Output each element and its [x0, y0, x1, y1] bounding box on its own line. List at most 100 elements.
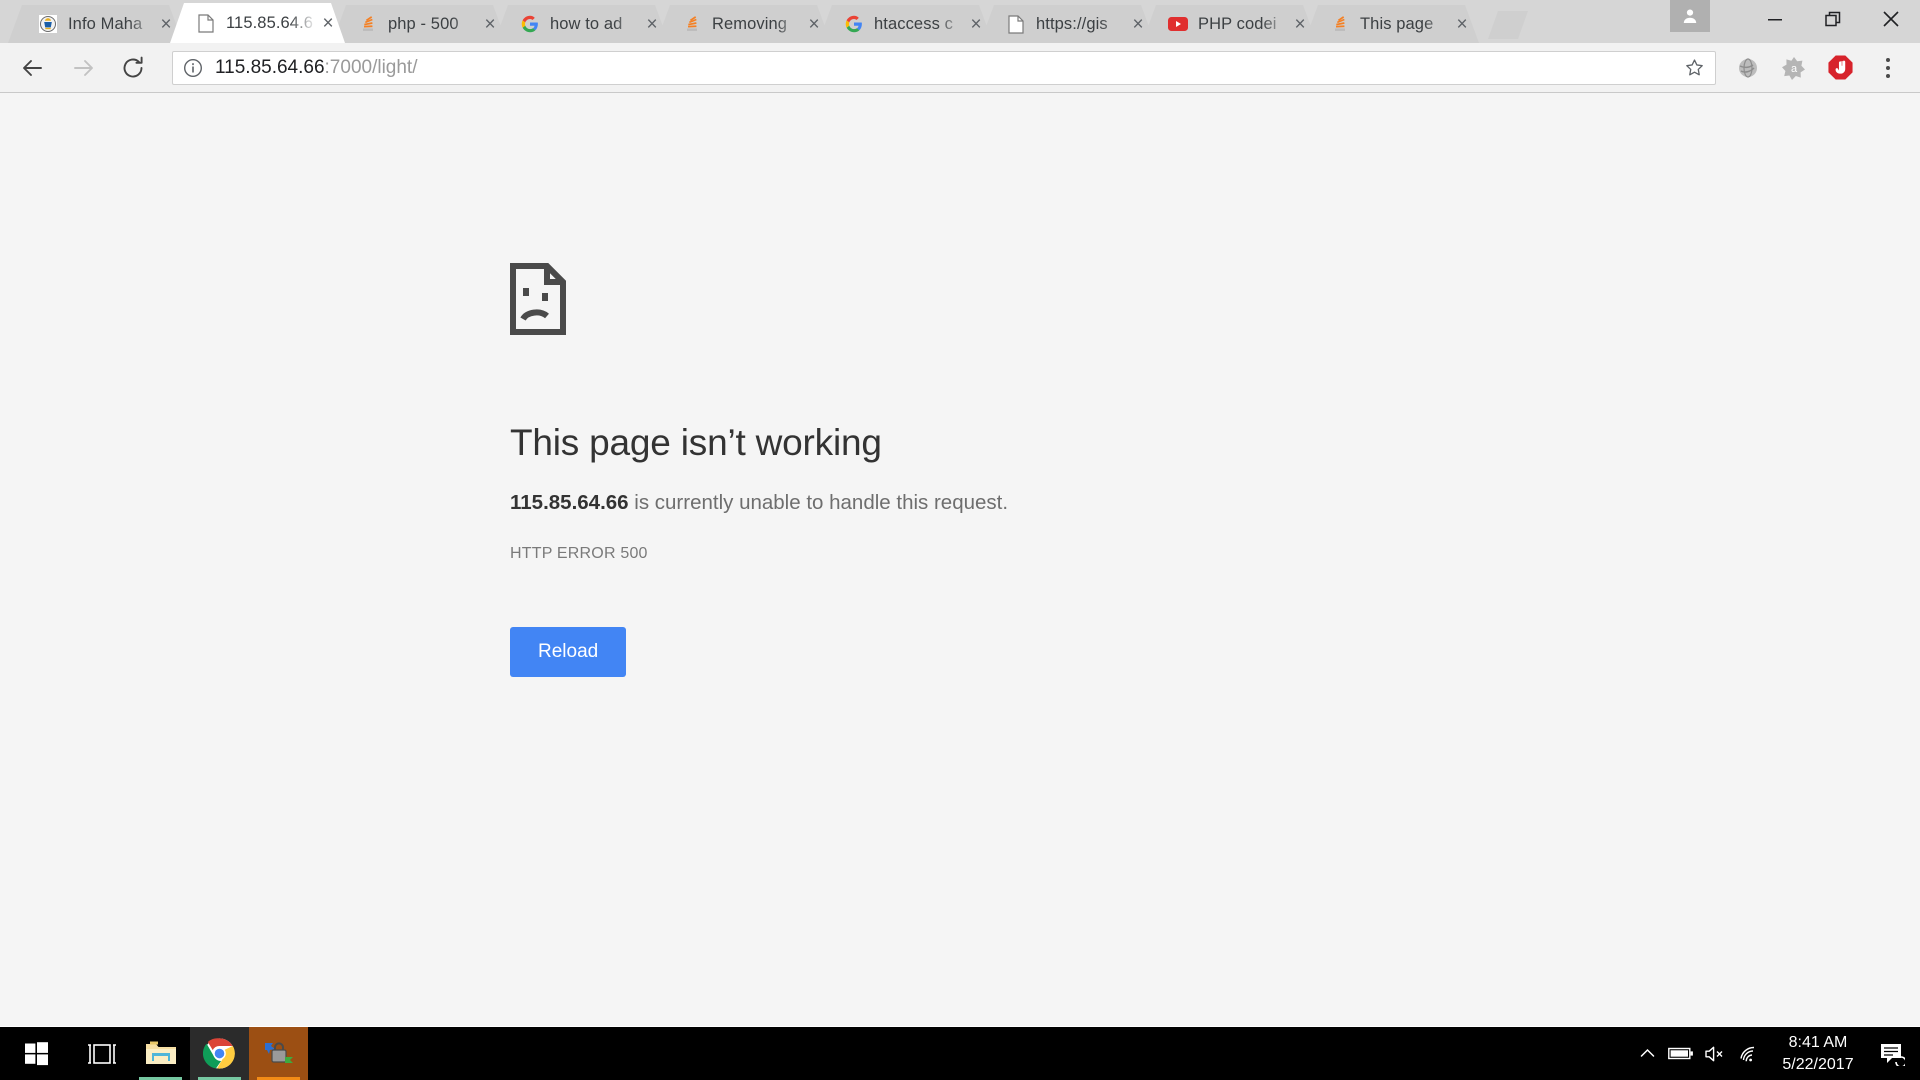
- tab-close-icon[interactable]: ×: [155, 13, 177, 35]
- browser-tab-title: how to ad: [550, 14, 623, 33]
- task-view-button[interactable]: [72, 1027, 131, 1080]
- stackoverflow-icon: [682, 14, 702, 34]
- page-icon: [196, 13, 216, 33]
- menu-dot: [1886, 73, 1890, 78]
- chevron-up-icon: [1640, 1048, 1654, 1057]
- restore-icon: [1825, 11, 1841, 27]
- sad-document-icon: [510, 263, 1310, 340]
- error-description: 115.85.64.66 is currently unable to hand…: [510, 491, 1310, 515]
- minimize-button[interactable]: [1746, 0, 1804, 38]
- youtube-icon: [1168, 14, 1188, 34]
- stackoverflow-icon: [1330, 14, 1350, 34]
- avast-extension-icon[interactable]: a: [1774, 49, 1814, 87]
- chrome-button[interactable]: [190, 1027, 249, 1080]
- browser-tab-title: Removing: [712, 14, 788, 33]
- menu-dot: [1886, 65, 1890, 70]
- error-code: HTTP ERROR 500: [510, 545, 648, 562]
- network-icon[interactable]: [1732, 1027, 1766, 1080]
- file-explorer-button[interactable]: [131, 1027, 190, 1080]
- star-icon[interactable]: [1684, 57, 1705, 78]
- google-icon: [844, 14, 864, 34]
- maximize-button[interactable]: [1804, 0, 1862, 38]
- browser-tab-title: htaccess c: [874, 14, 953, 33]
- volume-muted-icon[interactable]: [1698, 1027, 1732, 1080]
- back-button[interactable]: [14, 49, 52, 87]
- task-view-icon: [87, 1043, 116, 1064]
- app-button[interactable]: [249, 1027, 308, 1080]
- action-center-icon: [1881, 1043, 1905, 1066]
- action-center-button[interactable]: [1870, 1027, 1914, 1080]
- tab-strip: Info Maha × 115.85.64.6 × php - 500 × ho…: [0, 0, 1920, 43]
- reload-page-button[interactable]: Reload: [510, 627, 627, 677]
- close-icon: [1883, 11, 1899, 27]
- chrome-menu-button[interactable]: [1870, 49, 1906, 87]
- address-bar-url: 115.85.64.66:7000/light/: [215, 57, 418, 79]
- address-bar-path: :7000/light/: [324, 56, 418, 78]
- browser-tab-0[interactable]: Info Maha ×: [8, 5, 183, 43]
- tab-close-icon[interactable]: ×: [1127, 13, 1149, 35]
- browser-tab-1[interactable]: 115.85.64.6 ×: [170, 3, 345, 43]
- tab-close-icon[interactable]: ×: [317, 12, 339, 34]
- tab-close-icon[interactable]: ×: [1451, 13, 1473, 35]
- tab-close-icon[interactable]: ×: [641, 13, 663, 35]
- arrow-right-icon: [74, 59, 93, 76]
- clock-time: 8:41 AM: [1788, 1034, 1848, 1052]
- page-title: This page isn’t working: [510, 422, 882, 463]
- folder-icon: [145, 1041, 176, 1064]
- minimize-icon: [1768, 19, 1782, 21]
- page-content: This page isn’t working 115.85.64.66 is …: [0, 93, 1920, 1026]
- browser-tab-title: php - 500: [388, 14, 459, 33]
- speaker-mute-icon: [1705, 1046, 1723, 1061]
- windows-logo-icon: [24, 1042, 48, 1066]
- battery-status-icon[interactable]: [1664, 1027, 1698, 1080]
- browser-tab-4[interactable]: Removing ×: [656, 5, 831, 43]
- stackoverflow-icon: [358, 14, 378, 34]
- tab-close-icon[interactable]: ×: [803, 13, 825, 35]
- chrome-icon: [203, 1038, 235, 1069]
- wifi-icon: [1740, 1046, 1755, 1061]
- university-crest-icon: [38, 14, 58, 34]
- browser-tab-title: https://gis: [1036, 14, 1108, 33]
- menu-dot: [1886, 57, 1890, 62]
- browser-tab-title: 115.85.64.6: [226, 13, 314, 32]
- browser-tab-8[interactable]: This page ×: [1304, 5, 1479, 43]
- globe-extension-icon[interactable]: [1728, 49, 1768, 87]
- browser-tab-title: This page: [1360, 14, 1434, 33]
- browser-tab-3[interactable]: how to ad ×: [494, 5, 669, 43]
- site-information-icon[interactable]: [183, 58, 203, 78]
- address-bar-host: 115.85.64.66: [215, 56, 325, 78]
- browser-tab-5[interactable]: htaccess c ×: [818, 5, 993, 43]
- new-tab-button[interactable]: [1488, 11, 1528, 39]
- address-bar[interactable]: 115.85.64.66:7000/light/: [172, 50, 1716, 85]
- profile-avatar[interactable]: [1670, 0, 1710, 32]
- windows-taskbar: 8:41 AM 5/22/2017: [0, 1027, 1920, 1080]
- svg-text:a: a: [1791, 63, 1798, 75]
- browser-tab-title: PHP codei: [1198, 14, 1277, 33]
- tab-close-icon[interactable]: ×: [965, 13, 987, 35]
- reload-button[interactable]: [114, 49, 152, 87]
- google-icon: [520, 14, 540, 34]
- person-icon: [1683, 9, 1697, 23]
- screen: Info Maha × 115.85.64.6 × php - 500 × ho…: [0, 0, 1920, 1080]
- clock-date: 5/22/2017: [1782, 1055, 1854, 1073]
- browser-toolbar: 115.85.64.66:7000/light/ a: [0, 43, 1920, 93]
- error-page: This page isn’t working 115.85.64.66 is …: [510, 263, 1310, 677]
- browser-tab-6[interactable]: https://gis ×: [980, 5, 1155, 43]
- window-controls: [1670, 0, 1920, 43]
- lock-transfer-icon: [264, 1041, 293, 1063]
- browser-tab-title: Info Maha: [68, 14, 143, 33]
- start-button[interactable]: [0, 1027, 72, 1080]
- show-hidden-icons-button[interactable]: [1630, 1027, 1664, 1080]
- close-button[interactable]: [1862, 0, 1920, 38]
- system-tray: 8:41 AM 5/22/2017: [1630, 1027, 1920, 1080]
- battery-icon: [1668, 1047, 1693, 1060]
- forward-button[interactable]: [64, 49, 102, 87]
- chrome-browser-window: Info Maha × 115.85.64.6 × php - 500 × ho…: [0, 0, 1920, 1027]
- taskbar-clock[interactable]: 8:41 AM 5/22/2017: [1766, 1032, 1870, 1074]
- adblock-extension-icon[interactable]: [1820, 49, 1860, 87]
- arrow-left-icon: [23, 59, 42, 76]
- browser-tab-7[interactable]: PHP codei ×: [1142, 5, 1317, 43]
- browser-tab-2[interactable]: php - 500 ×: [332, 5, 507, 43]
- tab-close-icon[interactable]: ×: [479, 13, 501, 35]
- tab-close-icon[interactable]: ×: [1289, 13, 1311, 35]
